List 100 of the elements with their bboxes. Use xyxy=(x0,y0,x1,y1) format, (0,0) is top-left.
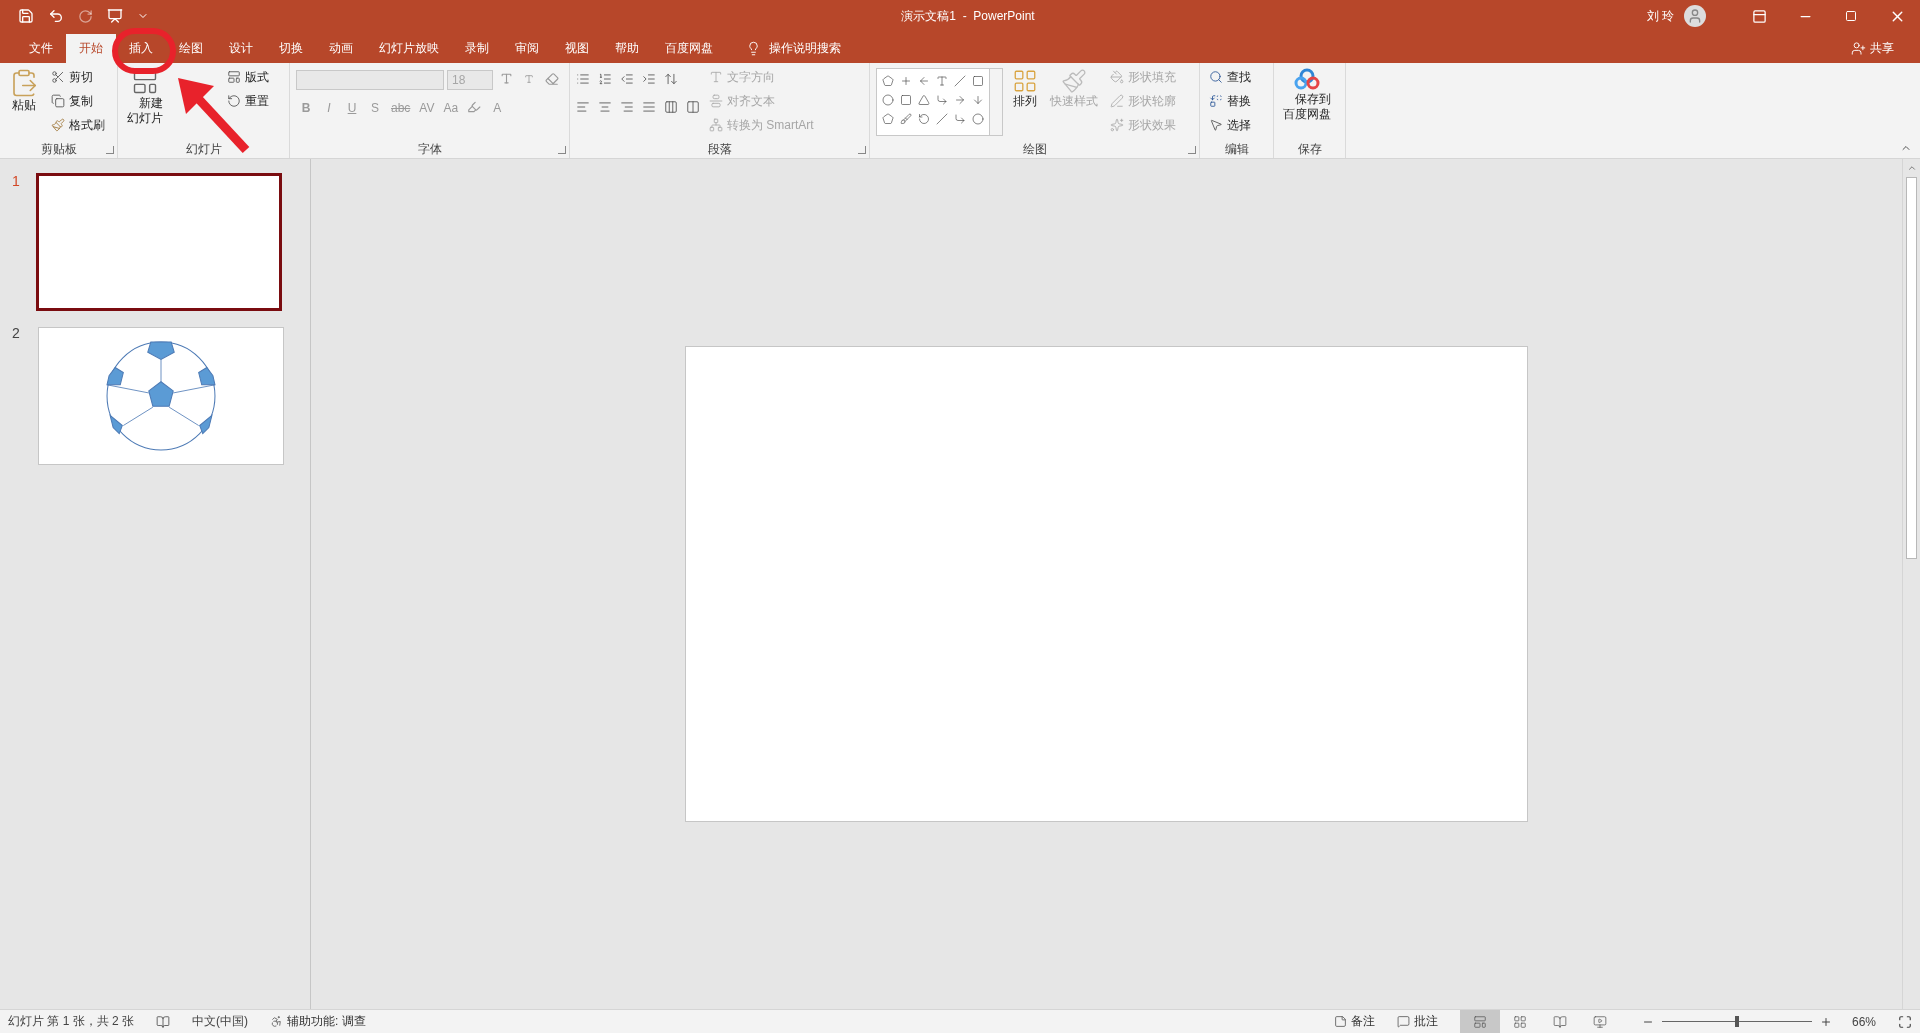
speech-bubble-icon xyxy=(1396,1015,1410,1028)
align-right-icon xyxy=(620,99,634,114)
search-icon xyxy=(1209,70,1223,84)
ribbon-tab[interactable]: 动画 xyxy=(316,34,366,63)
fit-to-window-icon[interactable] xyxy=(1898,1014,1912,1029)
group-label: 字体 xyxy=(417,141,442,158)
ribbon-tab[interactable]: 百度网盘 xyxy=(652,34,726,63)
zoom-thumb[interactable] xyxy=(1734,1016,1739,1027)
paste-button[interactable]: 粘贴 xyxy=(6,66,42,140)
ribbon-tab[interactable]: 幻灯片放映 xyxy=(366,34,452,63)
arc-icon[interactable] xyxy=(918,112,930,125)
copy-icon xyxy=(51,94,65,108)
ribbon-tab[interactable]: 绘图 xyxy=(166,34,216,63)
slideshow-icon[interactable] xyxy=(105,6,125,26)
bullets-icon xyxy=(576,71,590,86)
share-button[interactable]: 共享 xyxy=(1845,34,1900,63)
connector-icon[interactable] xyxy=(954,112,966,125)
ribbon-tab[interactable]: 视图 xyxy=(552,34,602,63)
normal-view-icon xyxy=(1472,1014,1487,1029)
ribbon-tab[interactable]: 开始 xyxy=(66,34,116,63)
format-painter-button[interactable]: 格式刷 xyxy=(48,114,108,136)
plus-icon[interactable] xyxy=(900,74,912,87)
paint-bucket-icon xyxy=(1110,70,1124,84)
avatar-icon[interactable] xyxy=(1684,5,1706,27)
gallery-scroll[interactable] xyxy=(990,68,1003,136)
align-left-icon xyxy=(576,99,590,114)
ribbon-tab[interactable]: 帮助 xyxy=(602,34,652,63)
slide-count: 幻灯片 第 1 张，共 2 张 xyxy=(8,1013,135,1030)
find-button[interactable]: 查找 xyxy=(1206,66,1254,88)
cut-button[interactable]: 剪切 xyxy=(48,66,108,88)
elbow-connector-icon[interactable] xyxy=(936,93,948,106)
ribbon-tab[interactable]: 插入 xyxy=(116,34,166,63)
slide-number: 1 xyxy=(12,173,21,191)
pentagon-icon[interactable] xyxy=(882,112,894,125)
arrange-button[interactable]: 排列 xyxy=(1009,66,1041,140)
group-label: 剪贴板 xyxy=(40,141,77,158)
save-to-cloud-button[interactable]: 保存到百度网盘 xyxy=(1280,66,1334,140)
line-spacing-icon xyxy=(664,71,678,86)
sparkles-icon xyxy=(1110,118,1124,132)
left-arrow-icon[interactable] xyxy=(918,74,930,87)
triangle-icon[interactable] xyxy=(918,93,930,106)
ribbon-tab[interactable]: 文件 xyxy=(16,34,66,63)
scroll-up-icon[interactable] xyxy=(1906,163,1917,173)
ribbon-tab[interactable]: 切换 xyxy=(266,34,316,63)
square-icon[interactable] xyxy=(900,93,912,106)
oval-icon[interactable] xyxy=(972,112,984,125)
group-label: 保存 xyxy=(1297,141,1322,158)
layout-icon xyxy=(227,70,241,84)
tell-me-search[interactable]: 操作说明搜索 xyxy=(740,34,847,63)
justify-icon xyxy=(642,99,656,114)
comments-button[interactable]: 批注 xyxy=(1396,1013,1438,1030)
ribbon-tab[interactable]: 审阅 xyxy=(502,34,552,63)
user-name: 刘 玲 xyxy=(1646,7,1674,25)
window-title: 演示文稿1 - PowerPoint xyxy=(900,7,1036,25)
down-arrow-icon[interactable] xyxy=(972,93,984,106)
zoom-in-icon[interactable] xyxy=(1819,1015,1832,1028)
reset-icon xyxy=(227,94,241,108)
ribbon-tab[interactable]: 录制 xyxy=(452,34,502,63)
replace-button[interactable]: 替换 xyxy=(1206,90,1254,112)
note-icon xyxy=(1333,1015,1347,1028)
scissors-icon xyxy=(51,70,65,84)
align-text-icon xyxy=(709,94,723,108)
numbering-icon xyxy=(598,71,612,86)
increase-indent-icon xyxy=(642,71,656,86)
pentagon-icon[interactable] xyxy=(882,74,894,87)
group-label: 绘图 xyxy=(1022,141,1047,158)
accessibility-button[interactable]: 辅助功能: 调查 xyxy=(270,1013,366,1030)
group-label: 编辑 xyxy=(1224,141,1249,158)
slide-thumbnail[interactable] xyxy=(36,173,282,311)
new-slide-button[interactable]: 新建幻灯片 xyxy=(124,66,166,140)
view-button[interactable] xyxy=(1459,1010,1500,1033)
pointer-icon xyxy=(1209,118,1223,132)
text-box-icon[interactable] xyxy=(936,74,948,87)
save-icon[interactable] xyxy=(16,6,36,26)
cloud-logo-icon xyxy=(1294,68,1320,92)
right-arrow-icon[interactable] xyxy=(954,93,966,106)
grid-view-icon xyxy=(1512,1014,1527,1029)
line-icon[interactable] xyxy=(954,74,966,87)
freeform-icon[interactable] xyxy=(900,112,912,125)
copy-button[interactable]: 复制 xyxy=(48,90,108,112)
line-icon[interactable] xyxy=(936,112,948,125)
scrollbar-thumb[interactable] xyxy=(1906,177,1917,559)
shapes-gallery[interactable] xyxy=(876,68,990,136)
slideshow-view-icon xyxy=(1592,1014,1607,1029)
layout-button[interactable]: 版式 xyxy=(224,66,272,88)
notes-button[interactable]: 备注 xyxy=(1333,1013,1375,1030)
reset-button[interactable]: 重置 xyxy=(224,90,272,112)
arrange-icon xyxy=(1012,68,1038,94)
replace-icon xyxy=(1209,94,1223,108)
pen-icon xyxy=(1110,94,1124,108)
smartart-icon xyxy=(709,118,723,132)
slide-number: 2 xyxy=(12,325,21,343)
ribbon-tab[interactable]: 设计 xyxy=(216,34,266,63)
select-button[interactable]: 选择 xyxy=(1206,114,1254,136)
lightbulb-icon xyxy=(746,41,761,56)
decrease-indent-icon xyxy=(620,71,634,86)
oval-icon[interactable] xyxy=(882,93,894,106)
align-center-icon xyxy=(598,99,612,114)
rectangle-icon[interactable] xyxy=(972,74,984,87)
distribute-icon xyxy=(664,99,678,114)
